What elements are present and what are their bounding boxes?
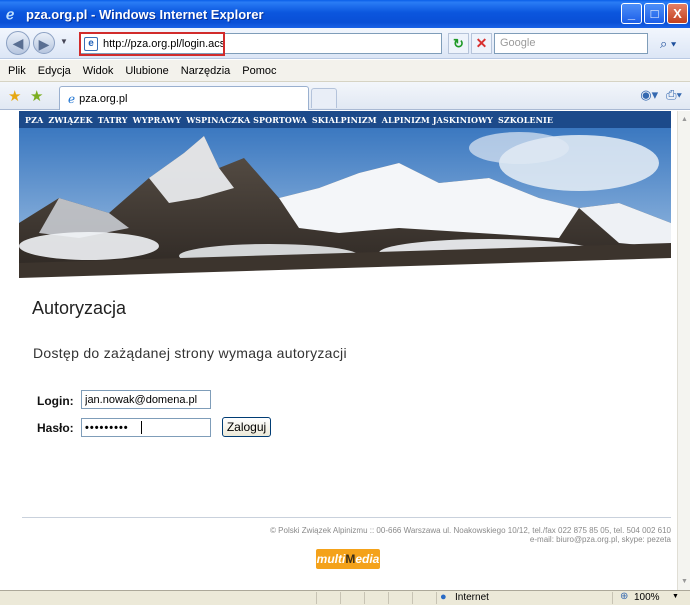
- status-divider: [612, 592, 613, 604]
- zoom-level[interactable]: 100%: [634, 592, 660, 603]
- refresh-button[interactable]: ↻: [448, 33, 469, 54]
- tab-page-icon: ℯ: [68, 91, 76, 106]
- nav-item-wyprawy[interactable]: WYPRAWY: [133, 115, 182, 125]
- command-bar: ◉▾ ⎙▾: [640, 87, 682, 103]
- add-favorites-icon[interactable]: ★: [30, 87, 43, 105]
- ie-icon: ℯ: [6, 6, 15, 22]
- nav-item-zwiazek[interactable]: ZWIĄZEK: [48, 115, 92, 125]
- maximize-button[interactable]: □: [644, 3, 665, 24]
- nav-item-wspinaczka[interactable]: WSPINACZKA SPORTOWA: [186, 115, 307, 125]
- status-divider: [388, 592, 389, 604]
- footer-address: © Polski Związek Alpinizmu :: 00-666 War…: [270, 526, 671, 535]
- login-button[interactable]: Zaloguj: [222, 417, 271, 437]
- scroll-up-icon[interactable]: ▲: [679, 113, 690, 126]
- zoom-dropdown-icon[interactable]: ▼: [672, 593, 679, 600]
- url-highlight-box: [79, 32, 225, 56]
- browser-tab[interactable]: ℯ pza.org.pl: [59, 86, 309, 110]
- logo-text-right: edia: [355, 552, 380, 566]
- menu-item-tools[interactable]: Narzędzia: [181, 65, 231, 77]
- window-title: pza.org.pl - Windows Internet Explorer: [26, 6, 264, 22]
- status-divider: [340, 592, 341, 604]
- status-divider: [436, 592, 437, 604]
- new-tab-button[interactable]: [311, 88, 337, 108]
- search-icon[interactable]: ⌕ ▾: [660, 33, 690, 54]
- stop-button[interactable]: ✕: [471, 33, 492, 54]
- footer-contact: e-mail: biuro@pza.org.pl, skype: pezeta: [529, 535, 671, 544]
- logo-text-left: multi: [316, 552, 346, 566]
- vertical-scrollbar[interactable]: ▲ ▼: [677, 111, 690, 590]
- print-icon[interactable]: ⎙▾: [666, 87, 682, 103]
- zoom-icon[interactable]: ⊕: [620, 591, 628, 602]
- window-controls: _ □ X: [621, 3, 688, 24]
- feeds-icon[interactable]: ◉▾: [640, 87, 658, 103]
- favorites-star-icon[interactable]: ★: [8, 87, 21, 105]
- menu-bar: Plik Edycja Widok Ulubione Narzędzia Pom…: [0, 60, 690, 82]
- mountain-banner: [19, 128, 671, 288]
- window-titlebar: ℯ pza.org.pl - Windows Internet Explorer…: [0, 0, 690, 28]
- logo-text-mid: M: [345, 552, 356, 566]
- status-bar: ● Internet ⊕ 100% ▼: [0, 590, 690, 605]
- footer-divider: [22, 517, 671, 518]
- nav-item-skialpinizm[interactable]: SKIALPINIZM: [312, 115, 377, 125]
- favorites-bar: ★ ★ ℯ pza.org.pl ◉▾ ⎙▾: [0, 82, 690, 110]
- history-dropdown-icon[interactable]: ▼: [60, 37, 68, 46]
- page-viewport: PZA ZWIĄZEK TATRY WYPRAWY WSPINACZKA SPO…: [0, 111, 677, 590]
- nav-item-szkolenie[interactable]: SZKOLENIE: [498, 115, 553, 125]
- minimize-button[interactable]: _: [621, 3, 642, 24]
- site-navigation: PZA ZWIĄZEK TATRY WYPRAWY WSPINACZKA SPO…: [19, 111, 671, 128]
- status-divider: [412, 592, 413, 604]
- login-input[interactable]: [81, 390, 211, 409]
- password-input[interactable]: [81, 418, 211, 437]
- menu-item-help[interactable]: Pomoc: [242, 65, 276, 77]
- status-divider: [316, 592, 317, 604]
- globe-icon: ●: [440, 591, 447, 603]
- menu-item-view[interactable]: Widok: [83, 65, 114, 77]
- tab-label: pza.org.pl: [79, 92, 128, 105]
- menu-item-file[interactable]: Plik: [8, 65, 26, 77]
- status-divider: [364, 592, 365, 604]
- navigation-bar: ◀ ▶ ▼ e http://pza.org.pl/login.acs ▼ ↻ …: [0, 28, 690, 59]
- scroll-down-icon[interactable]: ▼: [679, 575, 690, 588]
- back-button[interactable]: ◀: [6, 31, 30, 55]
- forward-button[interactable]: ▶: [33, 32, 55, 54]
- status-zone: Internet: [455, 592, 489, 603]
- auth-message: Dostęp do zażądanej strony wymaga autory…: [33, 345, 347, 361]
- password-label: Hasło:: [37, 421, 74, 435]
- text-cursor: [141, 421, 142, 434]
- page-title: Autoryzacja: [32, 298, 127, 318]
- nav-item-jaskiniowy[interactable]: ALPINIZM JASKINIOWY: [382, 115, 493, 125]
- menu-item-favorites[interactable]: Ulubione: [125, 65, 168, 77]
- nav-item-pza[interactable]: PZA: [25, 115, 43, 125]
- close-button[interactable]: X: [667, 3, 688, 24]
- login-label: Login:: [37, 394, 74, 408]
- multimedia-logo[interactable]: multiMedia: [316, 549, 380, 569]
- menu-item-edit[interactable]: Edycja: [38, 65, 71, 77]
- address-bar[interactable]: e http://pza.org.pl/login.acs ▼: [79, 32, 463, 56]
- search-input[interactable]: Google: [494, 33, 648, 54]
- nav-item-tatry[interactable]: TATRY: [98, 115, 128, 125]
